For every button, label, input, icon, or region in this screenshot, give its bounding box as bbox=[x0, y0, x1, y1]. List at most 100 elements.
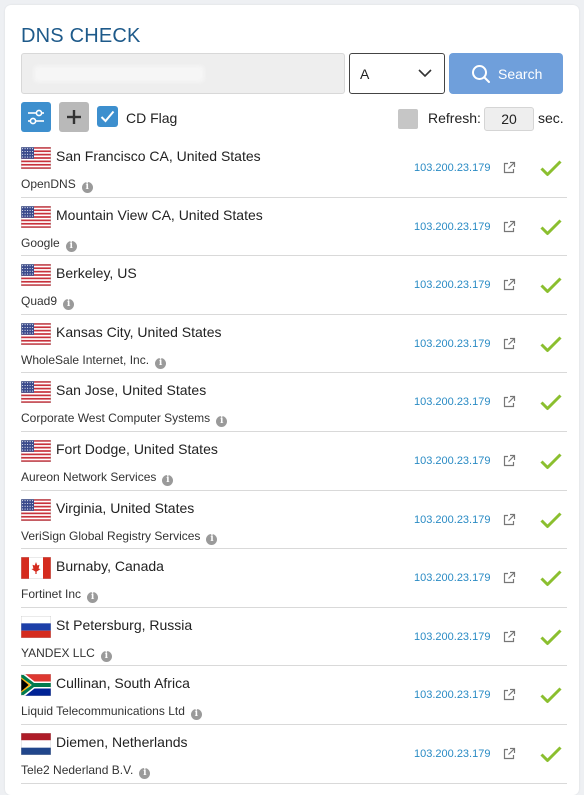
provider-name: VeriSign Global Registry Services bbox=[21, 528, 201, 543]
external-link-icon[interactable] bbox=[502, 395, 516, 409]
blurred-host-value bbox=[34, 66, 204, 82]
external-link-icon[interactable] bbox=[502, 747, 516, 761]
server-provider: YANDEX LLC i bbox=[21, 646, 112, 662]
success-check-icon bbox=[540, 394, 562, 411]
provider-name: Fortinet Inc bbox=[21, 587, 82, 602]
info-icon[interactable]: i bbox=[87, 592, 99, 604]
info-icon[interactable]: i bbox=[190, 709, 202, 721]
server-row: San Francisco CA, United States OpenDNS i… bbox=[20, 139, 567, 198]
server-location: Mountain View CA, United States bbox=[56, 206, 263, 223]
search-button[interactable]: Search bbox=[449, 53, 563, 94]
resolved-ip-link[interactable]: 103.200.23.179 bbox=[414, 338, 490, 350]
flag-ru-icon bbox=[20, 615, 52, 639]
server-location: Cullinan, South Africa bbox=[56, 675, 190, 692]
resolved-ip-link[interactable]: 103.200.23.179 bbox=[414, 631, 490, 643]
info-icon[interactable]: i bbox=[139, 767, 151, 779]
page-title: DNS CHECK bbox=[21, 25, 141, 47]
flag-us-icon bbox=[20, 146, 52, 170]
server-provider: WholeSale Internet, Inc. i bbox=[21, 353, 167, 369]
server-location: Burnaby, Canada bbox=[56, 558, 164, 575]
server-provider: OpenDNS i bbox=[21, 177, 93, 193]
server-row: Berkeley, US Quad9 i 103.200.23.179 bbox=[20, 256, 567, 315]
success-check-icon bbox=[540, 570, 562, 587]
server-row: St Petersburg, Russia YANDEX LLC i 103.20… bbox=[20, 608, 567, 667]
provider-name: OpenDNS bbox=[21, 177, 76, 191]
cd-flag-checkbox[interactable] bbox=[97, 106, 118, 127]
success-check-icon bbox=[540, 746, 562, 762]
server-provider: Tele2 Nederland B.V. i bbox=[21, 763, 151, 779]
success-check-icon bbox=[540, 336, 562, 352]
info-icon[interactable]: i bbox=[65, 240, 77, 252]
external-link-icon[interactable] bbox=[502, 513, 516, 527]
record-type-value: A bbox=[360, 66, 370, 82]
provider-name: Liquid Telecommunications Ltd bbox=[21, 704, 185, 719]
server-provider: Fortinet Inc i bbox=[21, 587, 99, 604]
resolved-ip-link[interactable]: 103.200.23.179 bbox=[414, 279, 490, 291]
resolved-ip-link[interactable]: 103.200.23.179 bbox=[414, 748, 490, 760]
refresh-unit-label: sec. bbox=[538, 110, 564, 126]
success-check-icon bbox=[540, 453, 562, 469]
dns-check-panel: DNS CHECK A Search CD Flag Refresh: 20 s… bbox=[5, 5, 579, 795]
resolved-ip-link[interactable]: 103.200.23.179 bbox=[414, 514, 490, 526]
refresh-interval-input[interactable]: 20 bbox=[484, 107, 534, 131]
server-location: Berkeley, US bbox=[56, 265, 137, 282]
chevron-down-icon bbox=[418, 69, 432, 78]
resolved-ip-link[interactable]: 103.200.23.179 bbox=[414, 221, 490, 233]
server-location: Fort Dodge, United States bbox=[56, 440, 218, 457]
resolved-ip-link[interactable]: 103.200.23.179 bbox=[414, 455, 490, 467]
flag-nl-icon bbox=[20, 732, 52, 756]
provider-name: Google bbox=[21, 235, 60, 250]
server-row: Burnaby, Canada Fortinet Inc i 103.200.23… bbox=[20, 549, 567, 608]
provider-name: Quad9 bbox=[21, 294, 58, 309]
external-link-icon[interactable] bbox=[502, 220, 516, 234]
plus-icon bbox=[67, 110, 81, 124]
success-check-icon bbox=[540, 512, 562, 528]
refresh-checkbox[interactable] bbox=[398, 109, 418, 129]
info-icon[interactable]: i bbox=[206, 533, 218, 545]
sliders-icon bbox=[28, 109, 44, 125]
info-icon[interactable]: i bbox=[155, 357, 167, 369]
info-icon[interactable]: i bbox=[63, 299, 75, 311]
resolved-ip-link[interactable]: 103.200.23.179 bbox=[414, 162, 490, 174]
resolved-ip-link[interactable]: 103.200.23.179 bbox=[414, 396, 490, 408]
flag-us-icon bbox=[20, 322, 52, 346]
info-icon[interactable]: i bbox=[216, 416, 228, 428]
external-link-icon[interactable] bbox=[502, 571, 516, 585]
external-link-icon[interactable] bbox=[502, 337, 516, 351]
server-provider: Aureon Network Services i bbox=[21, 469, 174, 486]
refresh-label: Refresh: bbox=[428, 110, 481, 126]
external-link-icon[interactable] bbox=[502, 161, 516, 175]
server-provider: Google i bbox=[21, 236, 77, 252]
flag-us-icon bbox=[20, 205, 52, 228]
server-location: Kansas City, United States bbox=[56, 323, 222, 340]
server-row: Kansas City, United States WholeSale Int… bbox=[20, 315, 567, 374]
info-icon[interactable]: i bbox=[81, 182, 93, 193]
server-location: Diemen, Netherlands bbox=[56, 733, 188, 750]
record-type-select[interactable]: A bbox=[349, 53, 445, 94]
server-provider: Corporate West Computer Systems i bbox=[21, 411, 228, 428]
server-provider: Liquid Telecommunications Ltd i bbox=[21, 704, 202, 721]
success-check-icon bbox=[540, 277, 562, 294]
external-link-icon[interactable] bbox=[502, 630, 516, 644]
server-location: St Petersburg, Russia bbox=[56, 616, 193, 633]
info-icon[interactable]: i bbox=[100, 650, 112, 662]
add-server-button[interactable] bbox=[59, 102, 89, 132]
external-link-icon[interactable] bbox=[502, 454, 516, 468]
settings-toggle-button[interactable] bbox=[21, 102, 51, 132]
success-check-icon bbox=[540, 219, 562, 235]
server-location: San Jose, United States bbox=[56, 382, 207, 399]
success-check-icon bbox=[540, 687, 562, 704]
flag-us-icon bbox=[20, 381, 52, 404]
info-icon[interactable]: i bbox=[162, 474, 174, 486]
server-row: Mountain View CA, United States Google i … bbox=[20, 198, 567, 257]
resolved-ip-link[interactable]: 103.200.23.179 bbox=[414, 572, 490, 584]
flag-za-icon bbox=[20, 674, 52, 697]
host-input[interactable] bbox=[21, 53, 345, 94]
resolved-ip-link[interactable]: 103.200.23.179 bbox=[414, 689, 490, 701]
external-link-icon[interactable] bbox=[502, 688, 516, 702]
server-row: Cullinan, South Africa Liquid Telecommun… bbox=[20, 666, 567, 725]
external-link-icon[interactable] bbox=[502, 278, 516, 292]
server-location: San Francisco CA, United States bbox=[56, 148, 261, 164]
flag-us-icon bbox=[20, 439, 52, 463]
provider-name: Aureon Network Services bbox=[21, 469, 157, 484]
